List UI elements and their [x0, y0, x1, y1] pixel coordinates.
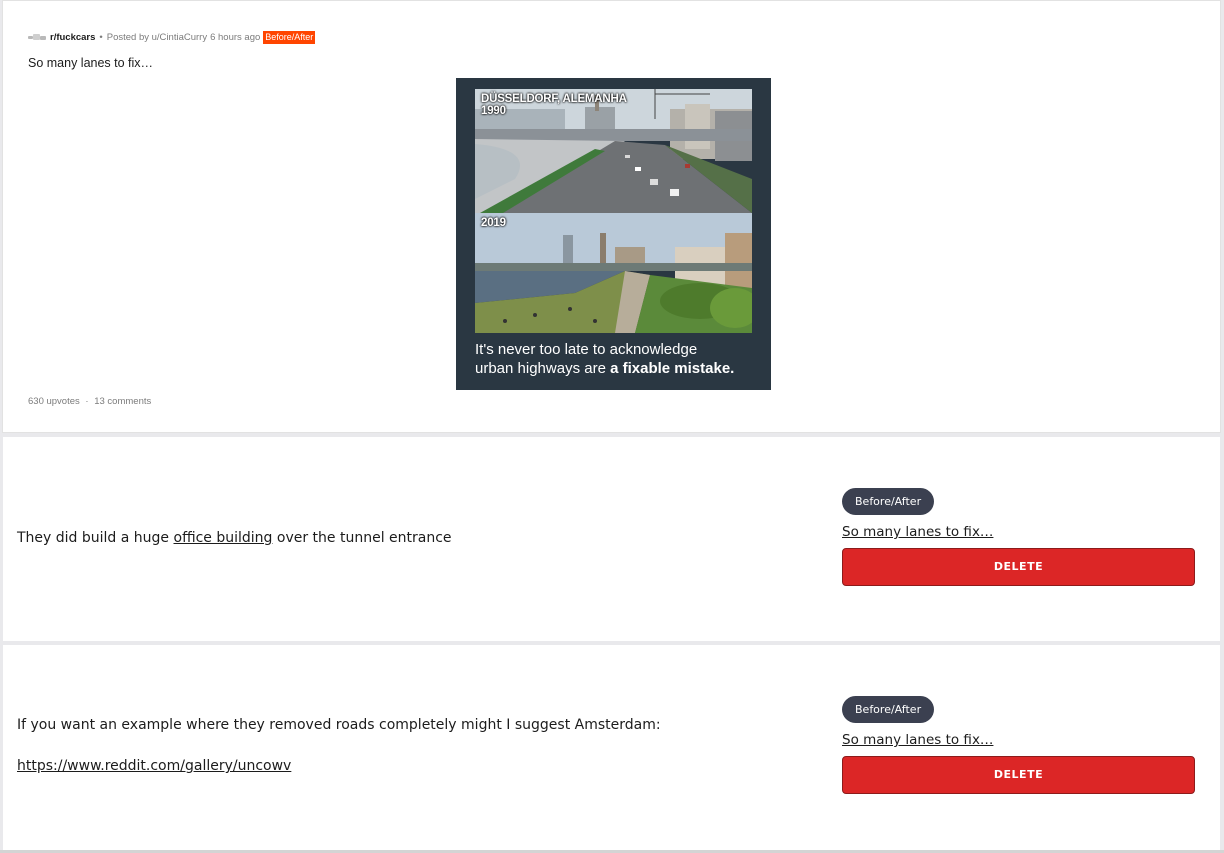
meta-separator: • [99, 31, 103, 43]
comment-card: They did build a huge office building ov… [3, 437, 1220, 641]
comment-body: If you want an example where they remove… [17, 717, 661, 733]
flair-pill[interactable]: Before/After [842, 488, 935, 515]
subreddit-link[interactable]: r/fuckcars [50, 32, 95, 43]
image-caption: It's never too late to acknowledge urban… [475, 340, 765, 378]
delete-button[interactable]: DELETE [842, 548, 1195, 586]
comments-link[interactable]: 13 comments [94, 396, 151, 407]
delete-button[interactable]: DELETE [842, 756, 1195, 794]
comment-body: They did build a huge office building ov… [17, 530, 452, 546]
comment-actions: Before/After So many lanes to fix… DELET… [842, 488, 1195, 586]
comment-url-link[interactable]: https://www.reddit.com/gallery/uncowv [17, 758, 291, 774]
post-meta: r/fuckcars • Posted by u/CintiaCurry 6 h… [28, 30, 316, 44]
photo-2019: 2019 [475, 213, 752, 333]
post-title[interactable]: So many lanes to fix… [28, 56, 153, 70]
post-title-link[interactable]: So many lanes to fix… [842, 732, 1195, 748]
photo-1990: DÜSSELDORF, ALEMANHA 1990 [475, 89, 752, 213]
post-stats: 630 upvotes · 13 comments [28, 396, 154, 407]
post-flair[interactable]: Before/After [263, 30, 316, 44]
upvote-count: 630 upvotes [28, 396, 80, 407]
post-title-link[interactable]: So many lanes to fix… [842, 524, 1195, 540]
comment-card: If you want an example where they remove… [3, 645, 1220, 850]
photo-label-1990: DÜSSELDORF, ALEMANHA 1990 [481, 93, 627, 117]
post-image[interactable]: DÜSSELDORF, ALEMANHA 1990 2019 It's neve… [456, 78, 771, 390]
stats-separator: · [85, 396, 89, 407]
comment-inline-link[interactable]: office building [174, 530, 273, 546]
flair-pill[interactable]: Before/After [842, 696, 935, 723]
post-time: 6 hours ago [210, 31, 261, 43]
post-card: r/fuckcars • Posted by u/CintiaCurry 6 h… [2, 0, 1221, 433]
photo-label-2019: 2019 [481, 217, 506, 229]
caption-line2: urban highways are a fixable mistake. [475, 360, 735, 377]
comment-actions: Before/After So many lanes to fix… DELET… [842, 696, 1195, 794]
caption-line1: It's never too late to acknowledge [475, 341, 698, 358]
subreddit-icon [28, 33, 46, 41]
posted-by[interactable]: Posted by u/CintiaCurry [107, 32, 207, 43]
